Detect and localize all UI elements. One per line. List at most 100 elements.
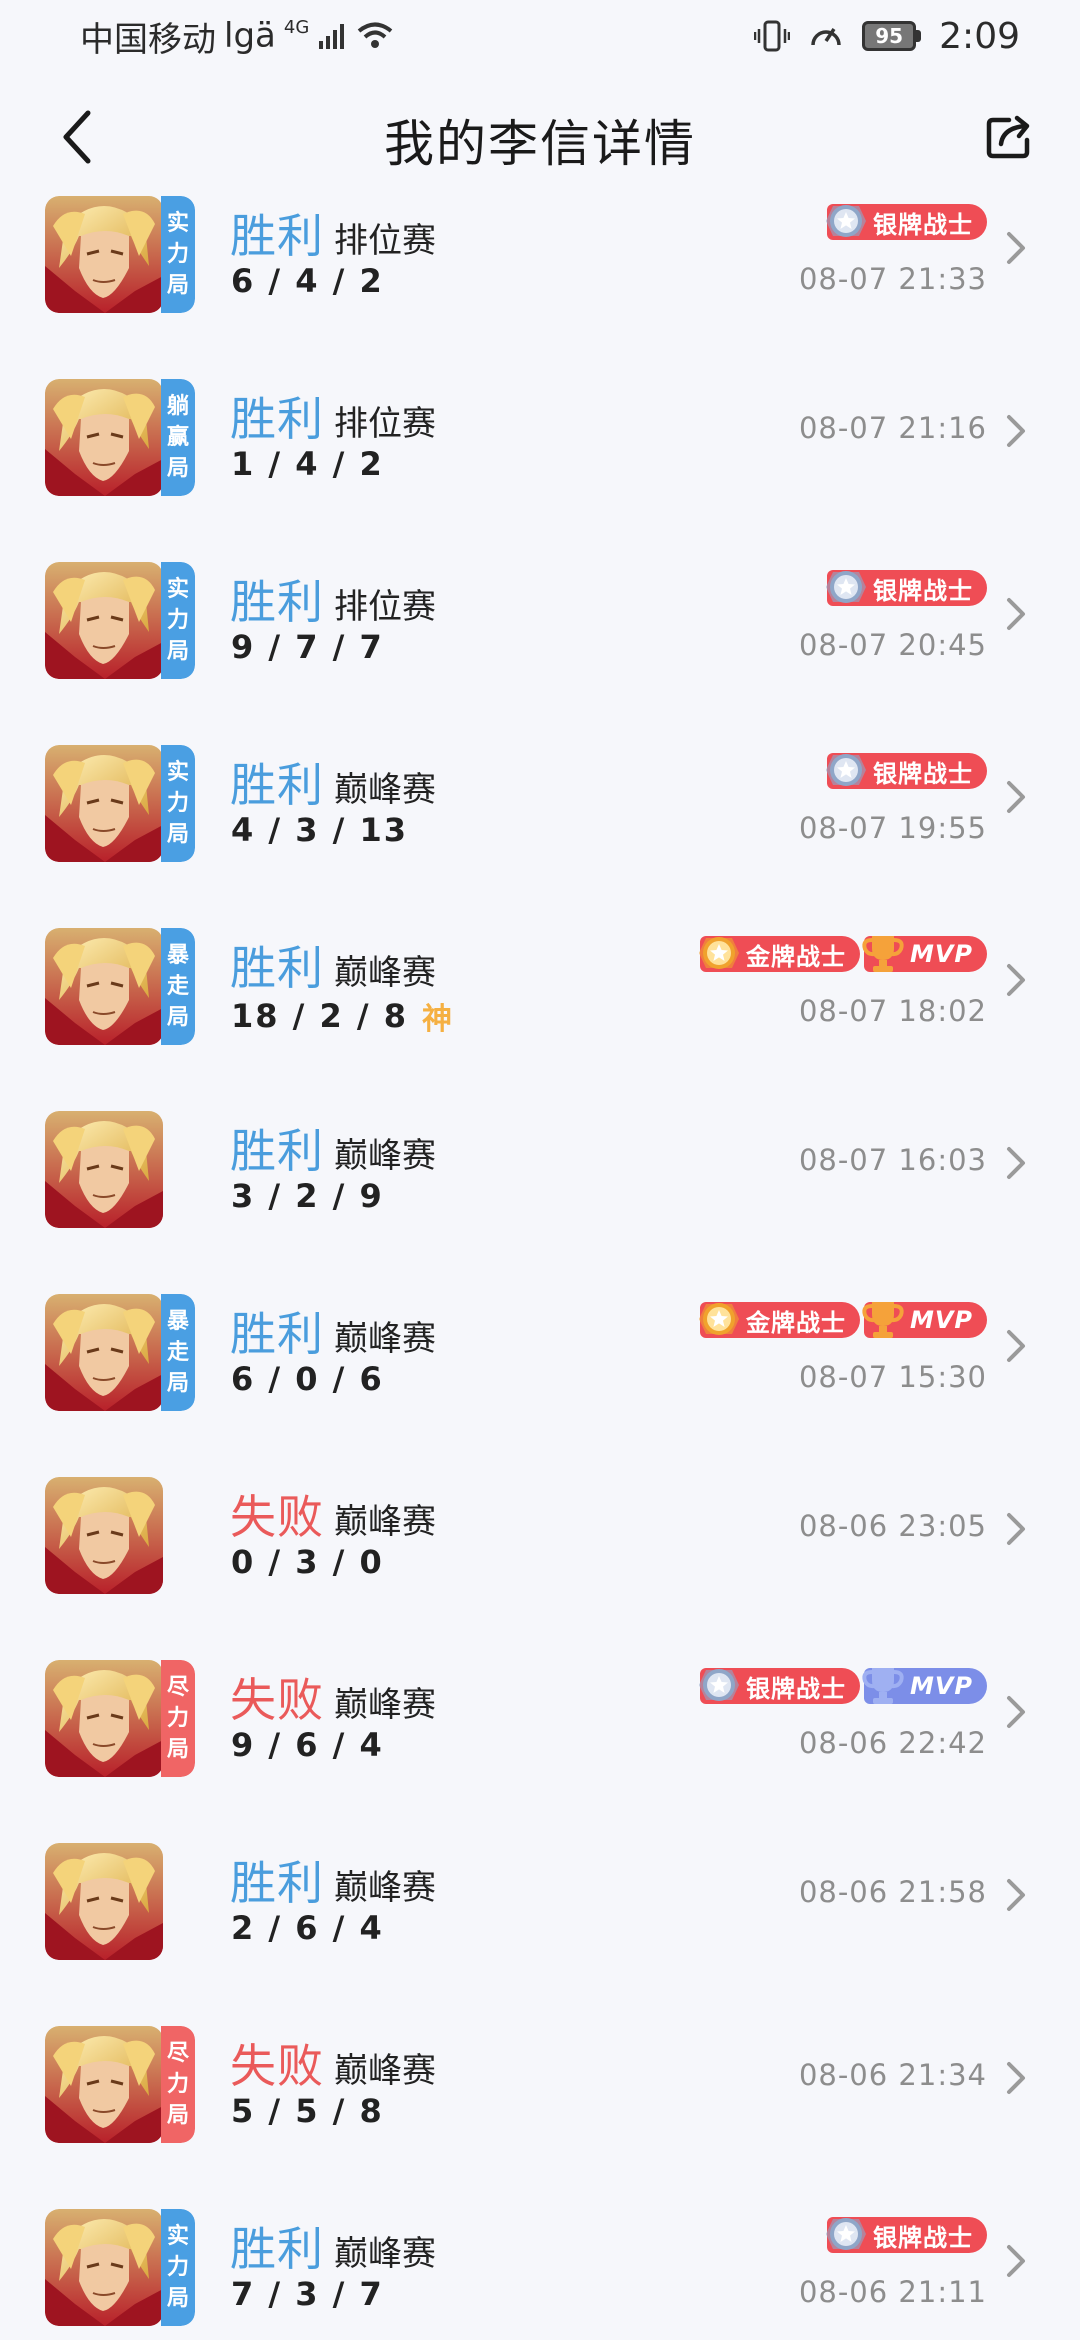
kda: 2 / 6 / 4 bbox=[231, 1909, 384, 1947]
hero-avatar: 暴走局 bbox=[45, 1294, 195, 1411]
match-tag-char: 暴 bbox=[166, 943, 189, 968]
kda-value: 3 / 2 / 9 bbox=[231, 1177, 384, 1215]
match-result: 胜利 巅峰赛 bbox=[230, 1115, 436, 1181]
hero-avatar: 实力局 bbox=[45, 2209, 195, 2326]
match-tag: 尽力局 bbox=[161, 2026, 195, 2143]
match-row[interactable]: 暴走局 胜利 巅峰赛 18 / 2 / 8 神 金牌战士 MVP 08-07 1… bbox=[0, 922, 1080, 1105]
match-tag-char: 力 bbox=[166, 2072, 189, 2097]
hero-portrait bbox=[45, 1111, 163, 1228]
badges: 金牌战士 MVP bbox=[698, 1298, 987, 1342]
vibrate-icon bbox=[754, 20, 791, 52]
badge-label: MVP bbox=[909, 940, 973, 968]
match-tag-char: 实 bbox=[166, 577, 189, 602]
match-row[interactable]: 胜利 巅峰赛 2 / 6 / 4 08-06 21:58 bbox=[0, 1837, 1080, 2020]
signal-icon bbox=[319, 24, 345, 49]
mode-label: 巅峰赛 bbox=[334, 953, 436, 993]
chevron-right-icon bbox=[1007, 781, 1025, 813]
wifi-icon bbox=[358, 22, 393, 48]
badge-label: 金牌战士 bbox=[745, 1308, 846, 1337]
mode-label: 巅峰赛 bbox=[334, 1136, 436, 1176]
match-result: 失败 巅峰赛 bbox=[230, 1664, 436, 1730]
kda: 9 / 7 / 7 bbox=[231, 628, 384, 666]
match-row[interactable]: 尽力局 失败 巅峰赛 9 / 6 / 4 银牌战士 MVP 08-06 22:4… bbox=[0, 1654, 1080, 1837]
mode-label: 巅峰赛 bbox=[334, 770, 436, 810]
match-result: 胜利 巅峰赛 bbox=[230, 2213, 436, 2279]
match-time: 08-07 16:03 bbox=[798, 1143, 987, 1177]
share-button[interactable] bbox=[980, 107, 1040, 167]
match-row[interactable]: 尽力局 失败 巅峰赛 5 / 5 / 8 08-06 21:34 bbox=[0, 2020, 1080, 2203]
match-row[interactable]: 胜利 巅峰赛 3 / 2 / 9 08-07 16:03 bbox=[0, 1105, 1080, 1288]
match-row[interactable]: 暴走局 胜利 巅峰赛 6 / 0 / 6 金牌战士 MVP 08-07 15:3… bbox=[0, 1288, 1080, 1471]
kda-value: 5 / 5 / 8 bbox=[231, 2092, 384, 2130]
hero-avatar: 尽力局 bbox=[45, 2026, 195, 2143]
outcome-label: 胜利 bbox=[230, 1307, 324, 1361]
match-row[interactable]: 失败 巅峰赛 0 / 3 / 0 08-06 23:05 bbox=[0, 1471, 1080, 1654]
match-row[interactable]: 实力局 胜利 排位赛 9 / 7 / 7 银牌战士 08-07 20:45 bbox=[0, 556, 1080, 739]
outcome-label: 胜利 bbox=[230, 1856, 324, 1910]
hero-portrait bbox=[45, 1477, 163, 1594]
match-tag-char: 尽 bbox=[166, 2041, 189, 2066]
battery-icon: 95 bbox=[862, 21, 922, 51]
match-tag: 暴走局 bbox=[161, 928, 195, 1045]
hero-avatar: 实力局 bbox=[45, 196, 195, 313]
match-result: 失败 巅峰赛 bbox=[230, 1481, 436, 1547]
silver-warrior-badge: 银牌战士 bbox=[826, 2217, 987, 2253]
outcome-label: 失败 bbox=[230, 1490, 324, 1544]
match-row[interactable]: 躺赢局 胜利 排位赛 1 / 4 / 2 08-07 21:16 bbox=[0, 373, 1080, 556]
kda: 0 / 3 / 0 bbox=[231, 1543, 384, 1581]
hero-portrait bbox=[45, 562, 163, 679]
carrier-label: 中国移动 bbox=[80, 19, 216, 60]
mode-label: 巅峰赛 bbox=[334, 2051, 436, 2091]
badge-label: 银牌战士 bbox=[873, 576, 973, 605]
outcome-label: 胜利 bbox=[230, 392, 324, 446]
status-bar: 中国移动 lgä 4G 95 2:09 bbox=[0, 0, 1080, 72]
match-time: 08-06 21:34 bbox=[798, 2058, 987, 2092]
kda-value: 9 / 7 / 7 bbox=[231, 628, 384, 666]
battery-level: 95 bbox=[862, 21, 917, 51]
badge-label: 金牌战士 bbox=[745, 942, 846, 971]
chevron-right-icon bbox=[1007, 1147, 1025, 1179]
match-time: 08-07 19:55 bbox=[798, 811, 987, 845]
silver-warrior-badge: 银牌战士 bbox=[698, 1668, 860, 1704]
outcome-label: 胜利 bbox=[230, 2222, 324, 2276]
carrier-suffix: lgä bbox=[224, 16, 276, 56]
chevron-right-icon bbox=[1007, 2062, 1025, 2094]
match-time: 08-07 20:45 bbox=[798, 628, 987, 662]
mode-label: 巅峰赛 bbox=[334, 1319, 436, 1359]
match-tag-char: 力 bbox=[166, 791, 189, 816]
match-result: 胜利 排位赛 bbox=[230, 200, 436, 266]
kda-value: 6 / 4 / 2 bbox=[231, 262, 384, 300]
back-button[interactable] bbox=[48, 107, 108, 167]
speed-icon bbox=[811, 28, 841, 46]
match-row[interactable]: 实力局 胜利 巅峰赛 4 / 3 / 13 银牌战士 08-07 19:55 bbox=[0, 739, 1080, 922]
match-tag-char: 走 bbox=[166, 1340, 189, 1365]
chevron-right-icon bbox=[1007, 232, 1025, 264]
badge-label: MVP bbox=[909, 1672, 973, 1700]
page-title: 我的李信详情 bbox=[384, 115, 696, 173]
status-left: 中国移动 lgä 4G bbox=[80, 12, 395, 61]
match-result: 胜利 巅峰赛 bbox=[230, 1847, 436, 1913]
badges: 银牌战士 bbox=[826, 200, 987, 244]
match-tag: 躺赢局 bbox=[161, 379, 195, 496]
match-tag-char: 局 bbox=[166, 1737, 189, 1762]
kda: 18 / 2 / 8 神 bbox=[231, 994, 454, 1038]
mode-label: 排位赛 bbox=[334, 404, 436, 444]
hero-portrait bbox=[45, 1660, 163, 1777]
kda: 4 / 3 / 13 bbox=[231, 811, 408, 849]
kda-value: 18 / 2 / 8 bbox=[231, 997, 408, 1035]
match-row[interactable]: 实力局 胜利 巅峰赛 7 / 3 / 7 银牌战士 08-06 21:11 bbox=[0, 2203, 1080, 2340]
kda: 6 / 0 / 6 bbox=[231, 1360, 384, 1398]
match-tag-char: 实 bbox=[166, 2224, 189, 2249]
hero-avatar: 实力局 bbox=[45, 745, 195, 862]
match-time: 08-06 22:42 bbox=[798, 1726, 987, 1760]
hero-portrait bbox=[45, 196, 163, 313]
match-row[interactable]: 实力局 胜利 排位赛 6 / 4 / 2 银牌战士 08-07 21:33 bbox=[0, 190, 1080, 373]
outcome-label: 胜利 bbox=[230, 209, 324, 263]
match-result: 失败 巅峰赛 bbox=[230, 2030, 436, 2096]
hero-avatar bbox=[45, 1477, 195, 1594]
kda-value: 0 / 3 / 0 bbox=[231, 1543, 384, 1581]
match-tag-char: 躺 bbox=[166, 394, 189, 419]
hero-avatar: 躺赢局 bbox=[45, 379, 195, 496]
share-icon bbox=[986, 115, 1030, 159]
match-time: 08-07 15:30 bbox=[798, 1360, 987, 1394]
